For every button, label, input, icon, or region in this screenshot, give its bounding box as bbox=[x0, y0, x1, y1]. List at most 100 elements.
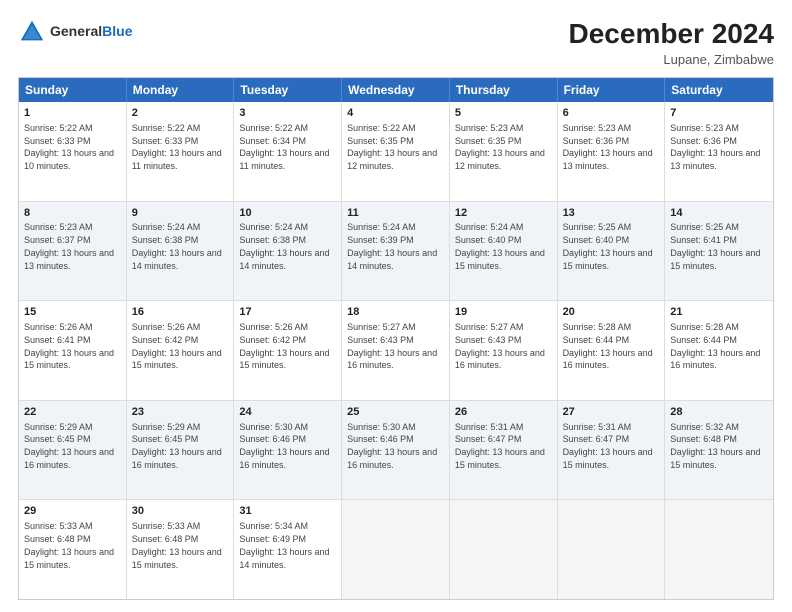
calendar-day-20: 20 Sunrise: 5:28 AM Sunset: 6:44 PM Dayl… bbox=[558, 301, 666, 400]
sunset-text: Sunset: 6:35 PM bbox=[347, 136, 414, 146]
calendar-day-31: 31 Sunrise: 5:34 AM Sunset: 6:49 PM Dayl… bbox=[234, 500, 342, 599]
weekday-header-saturday: Saturday bbox=[665, 78, 773, 102]
sunrise-text: Sunrise: 5:23 AM bbox=[563, 123, 632, 133]
sunset-text: Sunset: 6:49 PM bbox=[239, 534, 306, 544]
sunset-text: Sunset: 6:48 PM bbox=[670, 434, 737, 444]
sunrise-text: Sunrise: 5:29 AM bbox=[132, 422, 201, 432]
weekday-header-tuesday: Tuesday bbox=[234, 78, 342, 102]
day-number: 10 bbox=[239, 206, 336, 221]
sunrise-text: Sunrise: 5:25 AM bbox=[563, 222, 632, 232]
day-number: 9 bbox=[132, 206, 229, 221]
calendar-day-8: 8 Sunrise: 5:23 AM Sunset: 6:37 PM Dayli… bbox=[19, 202, 127, 301]
calendar-day-18: 18 Sunrise: 5:27 AM Sunset: 6:43 PM Dayl… bbox=[342, 301, 450, 400]
daylight-text: Daylight: 13 hours and 15 minutes. bbox=[670, 447, 760, 470]
sunrise-text: Sunrise: 5:26 AM bbox=[132, 322, 201, 332]
header: GeneralBlue December 2024 Lupane, Zimbab… bbox=[18, 18, 774, 67]
sunrise-text: Sunrise: 5:23 AM bbox=[24, 222, 93, 232]
day-number: 11 bbox=[347, 206, 444, 221]
daylight-text: Daylight: 13 hours and 13 minutes. bbox=[24, 248, 114, 271]
day-number: 5 bbox=[455, 106, 552, 121]
sunrise-text: Sunrise: 5:24 AM bbox=[239, 222, 308, 232]
daylight-text: Daylight: 13 hours and 13 minutes. bbox=[563, 148, 653, 171]
daylight-text: Daylight: 13 hours and 15 minutes. bbox=[563, 447, 653, 470]
sunset-text: Sunset: 6:36 PM bbox=[670, 136, 737, 146]
weekday-header-sunday: Sunday bbox=[19, 78, 127, 102]
calendar-header: SundayMondayTuesdayWednesdayThursdayFrid… bbox=[19, 78, 773, 102]
calendar-day-7: 7 Sunrise: 5:23 AM Sunset: 6:36 PM Dayli… bbox=[665, 102, 773, 201]
location: Lupane, Zimbabwe bbox=[569, 52, 774, 67]
daylight-text: Daylight: 13 hours and 12 minutes. bbox=[455, 148, 545, 171]
sunrise-text: Sunrise: 5:24 AM bbox=[347, 222, 416, 232]
sunrise-text: Sunrise: 5:32 AM bbox=[670, 422, 739, 432]
sunset-text: Sunset: 6:40 PM bbox=[455, 235, 522, 245]
logo-text: GeneralBlue bbox=[50, 23, 132, 41]
daylight-text: Daylight: 13 hours and 16 minutes. bbox=[24, 447, 114, 470]
calendar-day-27: 27 Sunrise: 5:31 AM Sunset: 6:47 PM Dayl… bbox=[558, 401, 666, 500]
day-number: 18 bbox=[347, 305, 444, 320]
calendar-day-4: 4 Sunrise: 5:22 AM Sunset: 6:35 PM Dayli… bbox=[342, 102, 450, 201]
day-number: 25 bbox=[347, 405, 444, 420]
sunrise-text: Sunrise: 5:22 AM bbox=[132, 123, 201, 133]
daylight-text: Daylight: 13 hours and 13 minutes. bbox=[670, 148, 760, 171]
daylight-text: Daylight: 13 hours and 16 minutes. bbox=[563, 348, 653, 371]
sunrise-text: Sunrise: 5:30 AM bbox=[347, 422, 416, 432]
day-number: 2 bbox=[132, 106, 229, 121]
sunset-text: Sunset: 6:45 PM bbox=[132, 434, 199, 444]
calendar: SundayMondayTuesdayWednesdayThursdayFrid… bbox=[18, 77, 774, 600]
daylight-text: Daylight: 13 hours and 15 minutes. bbox=[239, 348, 329, 371]
day-number: 3 bbox=[239, 106, 336, 121]
sunrise-text: Sunrise: 5:28 AM bbox=[563, 322, 632, 332]
day-number: 12 bbox=[455, 206, 552, 221]
daylight-text: Daylight: 13 hours and 15 minutes. bbox=[670, 248, 760, 271]
day-number: 20 bbox=[563, 305, 660, 320]
day-number: 4 bbox=[347, 106, 444, 121]
sunrise-text: Sunrise: 5:22 AM bbox=[347, 123, 416, 133]
calendar-day-21: 21 Sunrise: 5:28 AM Sunset: 6:44 PM Dayl… bbox=[665, 301, 773, 400]
daylight-text: Daylight: 13 hours and 10 minutes. bbox=[24, 148, 114, 171]
sunset-text: Sunset: 6:45 PM bbox=[24, 434, 91, 444]
day-number: 13 bbox=[563, 206, 660, 221]
calendar-day-15: 15 Sunrise: 5:26 AM Sunset: 6:41 PM Dayl… bbox=[19, 301, 127, 400]
day-number: 15 bbox=[24, 305, 121, 320]
daylight-text: Daylight: 13 hours and 14 minutes. bbox=[132, 248, 222, 271]
day-number: 28 bbox=[670, 405, 768, 420]
calendar-day-13: 13 Sunrise: 5:25 AM Sunset: 6:40 PM Dayl… bbox=[558, 202, 666, 301]
day-number: 1 bbox=[24, 106, 121, 121]
empty-cell bbox=[342, 500, 450, 599]
sunset-text: Sunset: 6:38 PM bbox=[132, 235, 199, 245]
day-number: 31 bbox=[239, 504, 336, 519]
day-number: 21 bbox=[670, 305, 768, 320]
day-number: 14 bbox=[670, 206, 768, 221]
calendar-row: 8 Sunrise: 5:23 AM Sunset: 6:37 PM Dayli… bbox=[19, 202, 773, 302]
sunrise-text: Sunrise: 5:28 AM bbox=[670, 322, 739, 332]
sunset-text: Sunset: 6:42 PM bbox=[239, 335, 306, 345]
sunrise-text: Sunrise: 5:27 AM bbox=[347, 322, 416, 332]
daylight-text: Daylight: 13 hours and 11 minutes. bbox=[132, 148, 222, 171]
daylight-text: Daylight: 13 hours and 15 minutes. bbox=[24, 547, 114, 570]
daylight-text: Daylight: 13 hours and 15 minutes. bbox=[132, 348, 222, 371]
sunset-text: Sunset: 6:42 PM bbox=[132, 335, 199, 345]
weekday-header-monday: Monday bbox=[127, 78, 235, 102]
daylight-text: Daylight: 13 hours and 15 minutes. bbox=[455, 447, 545, 470]
sunset-text: Sunset: 6:46 PM bbox=[347, 434, 414, 444]
calendar-day-12: 12 Sunrise: 5:24 AM Sunset: 6:40 PM Dayl… bbox=[450, 202, 558, 301]
sunrise-text: Sunrise: 5:22 AM bbox=[239, 123, 308, 133]
logo-icon bbox=[18, 18, 46, 46]
daylight-text: Daylight: 13 hours and 16 minutes. bbox=[455, 348, 545, 371]
sunset-text: Sunset: 6:47 PM bbox=[563, 434, 630, 444]
calendar-day-1: 1 Sunrise: 5:22 AM Sunset: 6:33 PM Dayli… bbox=[19, 102, 127, 201]
daylight-text: Daylight: 13 hours and 15 minutes. bbox=[563, 248, 653, 271]
sunset-text: Sunset: 6:36 PM bbox=[563, 136, 630, 146]
sunrise-text: Sunrise: 5:33 AM bbox=[132, 521, 201, 531]
sunrise-text: Sunrise: 5:24 AM bbox=[132, 222, 201, 232]
sunrise-text: Sunrise: 5:34 AM bbox=[239, 521, 308, 531]
sunset-text: Sunset: 6:39 PM bbox=[347, 235, 414, 245]
sunrise-text: Sunrise: 5:27 AM bbox=[455, 322, 524, 332]
calendar-day-25: 25 Sunrise: 5:30 AM Sunset: 6:46 PM Dayl… bbox=[342, 401, 450, 500]
sunrise-text: Sunrise: 5:23 AM bbox=[455, 123, 524, 133]
day-number: 8 bbox=[24, 206, 121, 221]
calendar-row: 29 Sunrise: 5:33 AM Sunset: 6:48 PM Dayl… bbox=[19, 500, 773, 599]
sunrise-text: Sunrise: 5:33 AM bbox=[24, 521, 93, 531]
day-number: 19 bbox=[455, 305, 552, 320]
empty-cell bbox=[665, 500, 773, 599]
